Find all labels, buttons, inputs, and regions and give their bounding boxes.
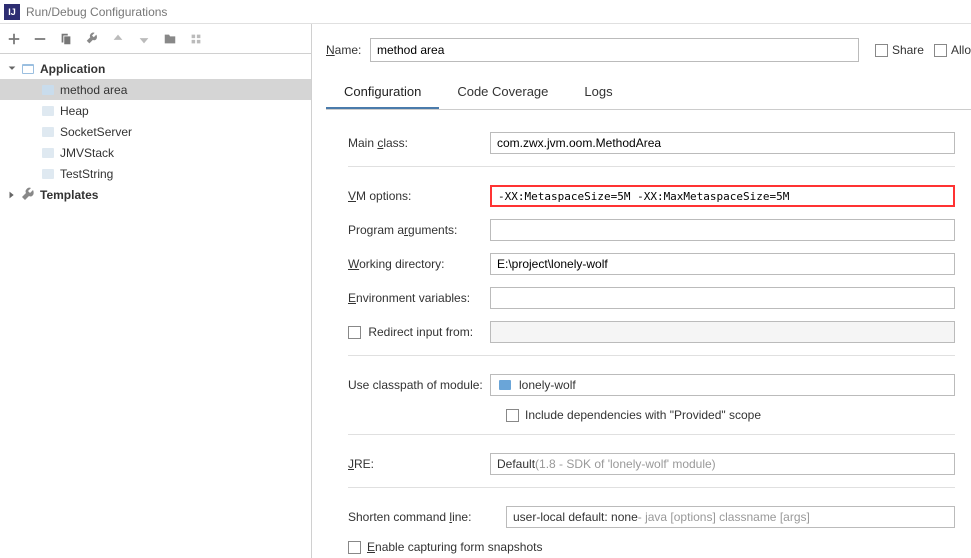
jre-label: JRE: — [348, 457, 490, 471]
separator — [348, 166, 955, 167]
include-deps-checkbox[interactable]: Include dependencies with "Provided" sco… — [348, 408, 955, 422]
vm-options-label: VM options: — [348, 189, 490, 203]
tree-item-method-area[interactable]: method area — [0, 79, 311, 100]
name-input[interactable] — [370, 38, 859, 62]
env-vars-input[interactable] — [490, 287, 955, 309]
share-label: Share — [892, 43, 924, 57]
working-dir-input[interactable] — [490, 253, 955, 275]
collapse-icon[interactable] — [188, 31, 204, 47]
tree-item-jmvstack[interactable]: JMVStack — [0, 142, 311, 163]
folder-icon[interactable] — [162, 31, 178, 47]
application-icon — [20, 61, 36, 77]
tree-label: SocketServer — [60, 125, 132, 139]
redirect-input-field — [490, 321, 955, 343]
program-args-row: Program arguments: — [348, 219, 955, 241]
main-class-label: Main class: — [348, 136, 490, 150]
checkbox-icon — [348, 541, 361, 554]
separator — [348, 434, 955, 435]
separator — [348, 355, 955, 356]
tree-label: Templates — [40, 188, 98, 202]
app-icon: IJ — [4, 4, 20, 20]
env-vars-row: Environment variables: — [348, 287, 955, 309]
tree-item-heap[interactable]: Heap — [0, 100, 311, 121]
redirect-input-label: Redirect input from: — [348, 325, 490, 339]
left-panel: Application method area Heap SocketServe… — [0, 24, 312, 558]
tree-label: JMVStack — [60, 146, 114, 160]
jre-row: JRE: Default (1.8 - SDK of 'lonely-wolf'… — [348, 453, 955, 475]
vm-options-input[interactable] — [490, 185, 955, 207]
program-args-input[interactable] — [490, 219, 955, 241]
config-icon — [40, 145, 56, 161]
wrench-icon — [20, 187, 36, 203]
env-vars-label: Environment variables: — [348, 291, 490, 305]
classpath-value: lonely-wolf — [519, 378, 576, 392]
jre-select[interactable]: Default (1.8 - SDK of 'lonely-wolf' modu… — [490, 453, 955, 475]
tree-application[interactable]: Application — [0, 58, 311, 79]
checkbox-group: Share Allo — [875, 43, 971, 57]
config-icon — [40, 103, 56, 119]
config-form: Main class: VM options: Program argument… — [326, 110, 971, 558]
tree-label: method area — [60, 83, 127, 97]
program-args-label: Program arguments: — [348, 223, 490, 237]
main-class-row: Main class: — [348, 132, 955, 154]
enable-capture-checkbox[interactable]: Enable capturing form snapshots — [348, 540, 955, 554]
jre-hint: (1.8 - SDK of 'lonely-wolf' module) — [535, 457, 716, 471]
tab-code-coverage[interactable]: Code Coverage — [439, 76, 566, 109]
main-layout: Application method area Heap SocketServe… — [0, 24, 971, 558]
name-row: Name: Share Allo — [326, 38, 971, 62]
tab-configuration[interactable]: Configuration — [326, 76, 439, 109]
allow-label: Allo — [951, 43, 971, 57]
checkbox-icon — [506, 409, 519, 422]
config-icon — [40, 124, 56, 140]
checkbox-icon — [875, 44, 888, 57]
settings-icon[interactable] — [84, 31, 100, 47]
classpath-row: Use classpath of module: lonely-wolf — [348, 374, 955, 396]
name-label: Name: — [326, 43, 370, 57]
config-icon — [40, 82, 56, 98]
expand-arrow-icon[interactable] — [6, 63, 18, 75]
shorten-cmd-label: Shorten command line: — [348, 510, 506, 524]
enable-capture-label: Enable capturing form snapshots — [367, 540, 542, 554]
checkbox-icon — [934, 44, 947, 57]
config-icon — [40, 166, 56, 182]
add-icon[interactable] — [6, 31, 22, 47]
include-deps-label: Include dependencies with "Provided" sco… — [525, 408, 761, 422]
shorten-cmd-hint: - java [options] classname [args] — [638, 510, 810, 524]
allow-checkbox[interactable]: Allo — [934, 43, 971, 57]
main-class-input[interactable] — [490, 132, 955, 154]
copy-icon[interactable] — [58, 31, 74, 47]
toolbar — [0, 24, 311, 54]
remove-icon[interactable] — [32, 31, 48, 47]
down-icon[interactable] — [136, 31, 152, 47]
tree-item-teststring[interactable]: TestString — [0, 163, 311, 184]
window-title: Run/Debug Configurations — [26, 5, 167, 19]
separator — [348, 487, 955, 488]
titlebar: IJ Run/Debug Configurations — [0, 0, 971, 24]
tree-label: Heap — [60, 104, 89, 118]
tree-item-socketserver[interactable]: SocketServer — [0, 121, 311, 142]
expand-arrow-icon[interactable] — [6, 189, 18, 201]
tree-label: Application — [40, 62, 105, 76]
module-icon — [497, 377, 513, 393]
share-checkbox[interactable]: Share — [875, 43, 924, 57]
classpath-select[interactable]: lonely-wolf — [490, 374, 955, 396]
tab-logs[interactable]: Logs — [566, 76, 630, 109]
shorten-cmd-value: user-local default: none — [513, 510, 638, 524]
redirect-input-row: Redirect input from: — [348, 321, 955, 343]
tree-templates[interactable]: Templates — [0, 184, 311, 205]
working-dir-label: Working directory: — [348, 257, 490, 271]
shorten-cmd-select[interactable]: user-local default: none - java [options… — [506, 506, 955, 528]
tree-label: TestString — [60, 167, 113, 181]
jre-value: Default — [497, 457, 535, 471]
tabs: Configuration Code Coverage Logs — [326, 76, 971, 110]
checkbox-icon[interactable] — [348, 326, 361, 339]
up-icon[interactable] — [110, 31, 126, 47]
shorten-cmd-row: Shorten command line: user-local default… — [348, 506, 955, 528]
configuration-tree: Application method area Heap SocketServe… — [0, 54, 311, 558]
working-dir-row: Working directory: — [348, 253, 955, 275]
vm-options-row: VM options: — [348, 185, 955, 207]
classpath-label: Use classpath of module: — [348, 378, 490, 392]
right-panel: Name: Share Allo Configuration Code Cove… — [312, 24, 971, 558]
